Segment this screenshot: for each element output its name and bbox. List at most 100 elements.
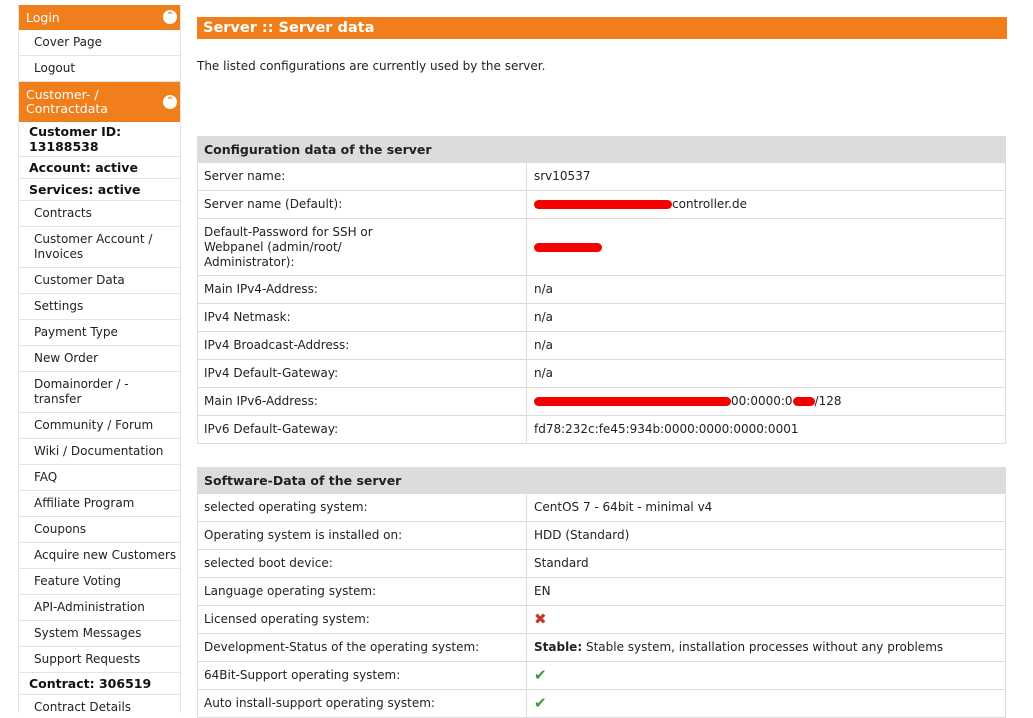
row-label: Server name (Default): [198, 191, 527, 218]
sidebar: Login ⌃ Cover Page Logout Customer- / Co… [18, 5, 181, 713]
sidebar-item-new-order[interactable]: New Order [19, 346, 180, 372]
row-value: HDD (Standard) [534, 528, 630, 542]
row-value: ✔ [527, 662, 1005, 689]
customer-id: Customer ID: 13188538 [19, 122, 180, 157]
table-row: selected boot device: Standard [197, 550, 1006, 578]
software-section-header: Software-Data of the server [197, 467, 1006, 494]
row-value: srv10537 [534, 169, 591, 183]
row-value: n/a [534, 338, 554, 352]
sidebar-item-label: Community / Forum [34, 418, 154, 432]
sidebar-item-coupons[interactable]: Coupons [19, 517, 180, 543]
config-section-header: Configuration data of the server [197, 136, 1006, 163]
sidebar-item-faq[interactable]: FAQ [19, 465, 180, 491]
sidebar-item-support-requests[interactable]: Support Requests [19, 647, 180, 673]
chevron-up-icon[interactable]: ⌃ [163, 10, 177, 24]
ipv6-fragment: 00:0000:0 [731, 394, 793, 408]
main-content: Server :: Server data The listed configu… [197, 0, 1007, 718]
login-section-header[interactable]: Login ⌃ [19, 5, 180, 30]
sidebar-item-label: Settings [34, 299, 84, 313]
table-row: selected operating system: CentOS 7 - 64… [197, 494, 1006, 522]
sidebar-item-label: Support Requests [34, 652, 141, 666]
cross-icon: ✖ [534, 610, 547, 628]
row-label: Language operating system: [198, 578, 527, 605]
redaction-mark [534, 242, 602, 252]
login-header-label: Login [26, 9, 60, 25]
table-row: IPv4 Default-Gateway: n/a [197, 360, 1006, 388]
row-label: Main IPv4-Address: [198, 276, 527, 303]
sidebar-item-contract-details[interactable]: Contract Details [19, 695, 180, 713]
table-row: Default-Password for SSH or Webpanel (ad… [197, 219, 1006, 276]
sidebar-item-payment-type[interactable]: Payment Type [19, 320, 180, 346]
sidebar-item-affiliate[interactable]: Affiliate Program [19, 491, 180, 517]
table-row: IPv4 Broadcast-Address: n/a [197, 332, 1006, 360]
dev-status-text: Stable system, installation processes wi… [585, 640, 944, 654]
sidebar-item-cover-page[interactable]: Cover Page [19, 30, 180, 56]
sidebar-item-label: Logout [34, 61, 76, 75]
row-label: IPv4 Broadcast-Address: [198, 332, 527, 359]
page-title: Server :: Server data [197, 17, 1007, 39]
row-label: IPv4 Netmask: [198, 304, 527, 331]
redaction-mark [534, 200, 672, 209]
sidebar-item-label: Affiliate Program [34, 496, 135, 510]
table-row: 64Bit-Support operating system: ✔ [197, 662, 1006, 690]
customer-section-header[interactable]: Customer- / Contractdata ⌃ [19, 82, 180, 122]
row-label: Main IPv6-Address: [198, 388, 527, 415]
row-label: selected operating system: [198, 494, 527, 521]
sidebar-item-domainorder[interactable]: Domainorder / - transfer [19, 372, 180, 413]
software-section: Software-Data of the server selected ope… [197, 467, 1006, 718]
services-status: Services: active [19, 179, 180, 201]
table-row: Server name: srv10537 [197, 163, 1006, 191]
row-value: controller.de [527, 191, 1005, 218]
sidebar-item-label: Acquire new Customers [34, 548, 177, 562]
row-value: n/a [534, 282, 554, 296]
row-value: n/a [534, 366, 554, 380]
sidebar-item-label: Cover Page [34, 35, 103, 49]
redaction-mark [534, 397, 731, 406]
redaction-mark [792, 397, 815, 406]
row-value [527, 219, 1005, 275]
row-value: ✖ [527, 606, 1005, 633]
checkmark-icon: ✔ [534, 694, 547, 712]
table-row: IPv6 Default-Gateway: fd78:232c:fe45:934… [197, 416, 1006, 444]
row-value: Stable: Stable system, installation proc… [527, 634, 1005, 661]
sidebar-item-community[interactable]: Community / Forum [19, 413, 180, 439]
row-label: 64Bit-Support operating system: [198, 662, 527, 689]
row-label: Operating system is installed on: [198, 522, 527, 549]
row-value: n/a [534, 310, 554, 324]
sidebar-item-label: Wiki / Documentation [34, 444, 164, 458]
row-label: Default-Password for SSH or Webpanel (ad… [198, 219, 527, 275]
customer-header-label: Customer- / Contractdata [26, 87, 108, 116]
sidebar-item-label: Coupons [34, 522, 87, 536]
intro-text: The listed configurations are currently … [197, 59, 546, 73]
row-label: Development-Status of the operating syst… [198, 634, 527, 661]
config-section: Configuration data of the server Server … [197, 136, 1006, 444]
table-row: Main IPv4-Address: n/a [197, 276, 1006, 304]
row-value: fd78:232c:fe45:934b:0000:0000:0000:0001 [534, 422, 799, 436]
sidebar-item-feature-voting[interactable]: Feature Voting [19, 569, 180, 595]
sidebar-item-label: Customer Data [34, 273, 125, 287]
sidebar-item-acquire[interactable]: Acquire new Customers [19, 543, 180, 569]
sidebar-item-system-messages[interactable]: System Messages [19, 621, 180, 647]
sidebar-item-settings[interactable]: Settings [19, 294, 180, 320]
table-row: IPv4 Netmask: n/a [197, 304, 1006, 332]
sidebar-item-customer-data[interactable]: Customer Data [19, 268, 180, 294]
sidebar-item-label: Customer Account / Invoices [34, 232, 153, 261]
sidebar-item-contracts[interactable]: Contracts [19, 201, 180, 227]
ipv6-prefix: /128 [814, 394, 842, 408]
sidebar-item-logout[interactable]: Logout [19, 56, 180, 82]
account-status: Account: active [19, 157, 180, 179]
sidebar-item-label: Feature Voting [34, 574, 122, 588]
chevron-up-icon[interactable]: ⌃ [163, 95, 177, 109]
sidebar-item-label: System Messages [34, 626, 142, 640]
row-value: CentOS 7 - 64bit - minimal v4 [534, 500, 713, 514]
sidebar-item-wiki[interactable]: Wiki / Documentation [19, 439, 180, 465]
table-row: Language operating system: EN [197, 578, 1006, 606]
sidebar-item-api-admin[interactable]: API-Administration [19, 595, 180, 621]
sidebar-item-label: Payment Type [34, 325, 118, 339]
row-label: Server name: [198, 163, 527, 190]
dev-status-strong: Stable: [534, 640, 583, 654]
row-value: EN [534, 584, 551, 598]
row-label: IPv4 Default-Gateway: [198, 360, 527, 387]
sidebar-item-customer-account[interactable]: Customer Account / Invoices [19, 227, 180, 268]
sidebar-item-label: Contract Details [34, 700, 132, 713]
